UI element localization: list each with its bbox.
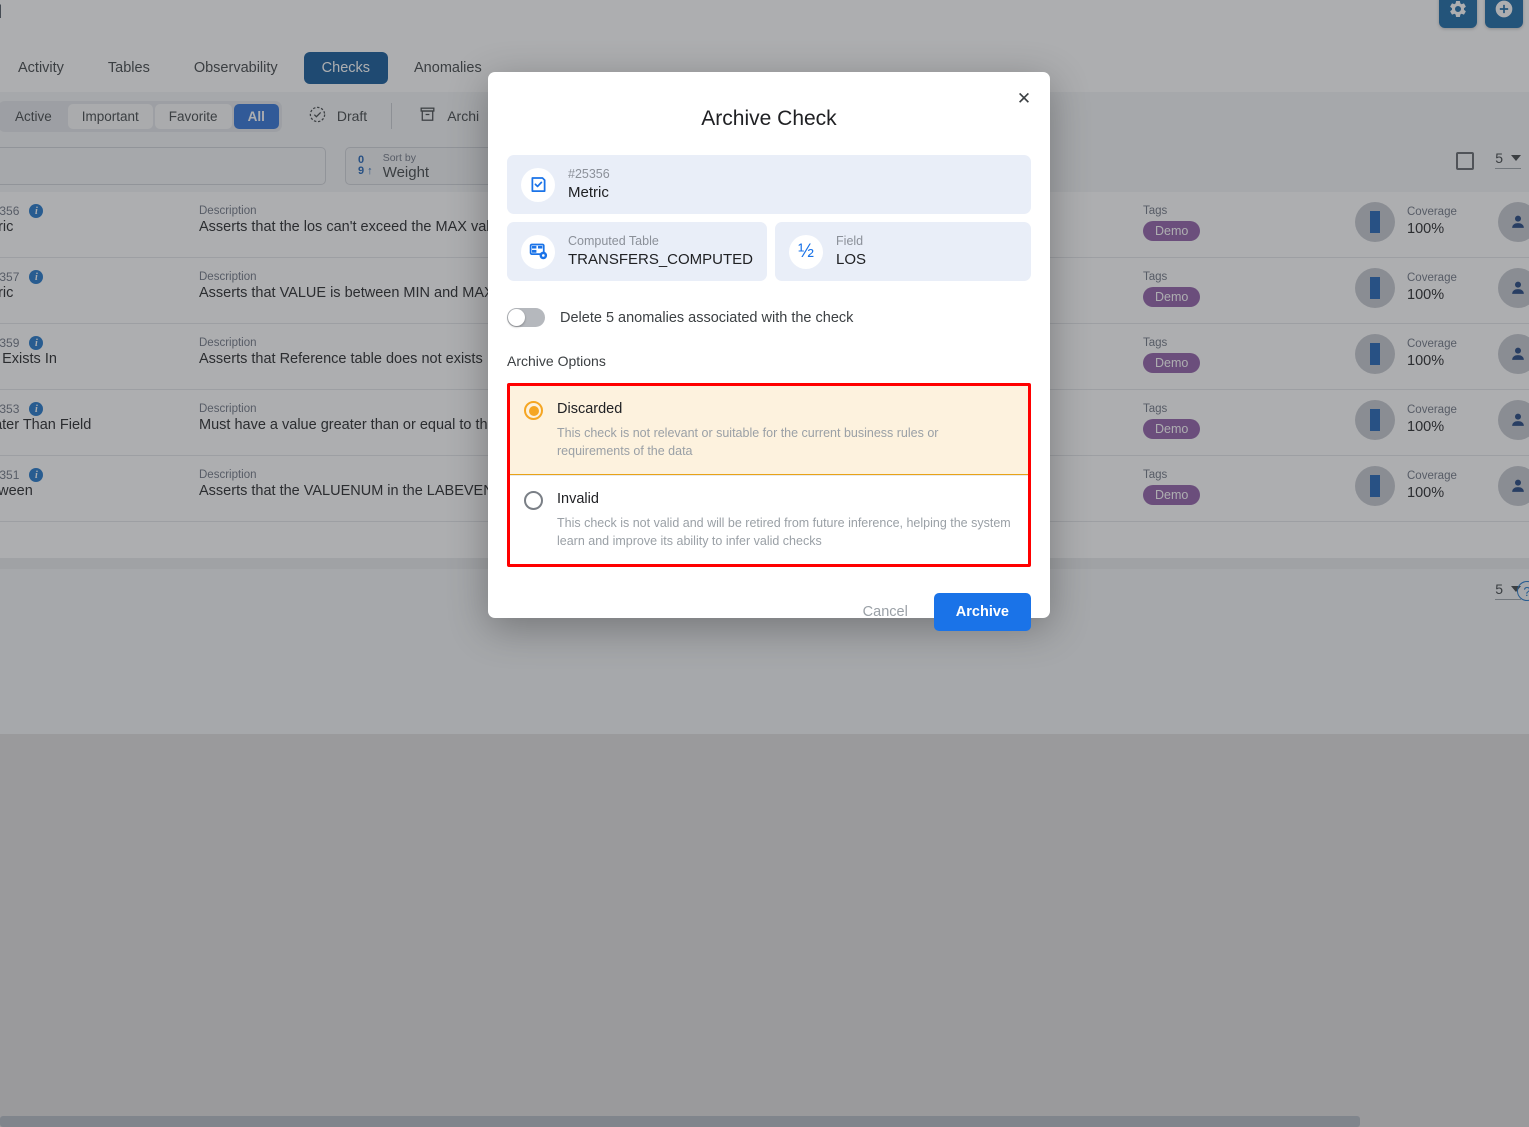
fraction-half-icon: ½ xyxy=(789,235,823,269)
option-invalid[interactable]: Invalid This check is not valid and will… xyxy=(510,475,1028,564)
option-discarded-title: Discarded xyxy=(557,400,1012,420)
delete-anomalies-row[interactable]: Delete 5 anomalies associated with the c… xyxy=(507,308,1031,327)
option-invalid-title: Invalid xyxy=(557,490,1012,510)
computed-table-label: Computed Table xyxy=(568,233,753,250)
dialog-body: #25356 Metric Computed Table TRANSFERS_C… xyxy=(488,131,1050,567)
option-invalid-description: This check is not valid and will be reti… xyxy=(557,514,1012,550)
delete-anomalies-toggle[interactable] xyxy=(507,308,545,327)
archive-button[interactable]: Archive xyxy=(934,593,1031,631)
field-label: Field xyxy=(836,233,866,250)
archive-options-heading: Archive Options xyxy=(507,353,1031,369)
horizontal-scrollbar-thumb[interactable] xyxy=(0,1116,1360,1127)
delete-anomalies-label: Delete 5 anomalies associated with the c… xyxy=(560,310,853,326)
toggle-knob xyxy=(508,309,525,326)
radio-invalid[interactable] xyxy=(524,491,543,510)
check-id: #25356 xyxy=(568,166,610,183)
field-value: LOS xyxy=(836,250,866,270)
dialog-title: Archive Check xyxy=(488,72,1050,131)
option-discarded-description: This check is not relevant or suitable f… xyxy=(557,424,1012,460)
dialog-actions: Cancel Archive xyxy=(488,567,1050,631)
computed-table-card: Computed Table TRANSFERS_COMPUTED xyxy=(507,222,767,281)
cancel-button[interactable]: Cancel xyxy=(857,594,914,630)
close-icon[interactable]: ✕ xyxy=(1012,86,1036,110)
option-discarded[interactable]: Discarded This check is not relevant or … xyxy=(510,386,1028,475)
field-card: ½ Field LOS xyxy=(775,222,1031,281)
computed-table-icon xyxy=(521,235,555,269)
check-info-card: #25356 Metric xyxy=(507,155,1031,214)
archive-check-dialog: ✕ Archive Check #25356 Metric Computed T… xyxy=(488,72,1050,618)
check-name: Metric xyxy=(568,183,610,203)
archive-options-group: Discarded This check is not relevant or … xyxy=(507,383,1031,567)
context-cards: Computed Table TRANSFERS_COMPUTED ½ Fiel… xyxy=(507,222,1031,281)
check-document-icon xyxy=(521,168,555,202)
radio-discarded[interactable] xyxy=(524,401,543,420)
computed-table-value: TRANSFERS_COMPUTED xyxy=(568,250,753,270)
